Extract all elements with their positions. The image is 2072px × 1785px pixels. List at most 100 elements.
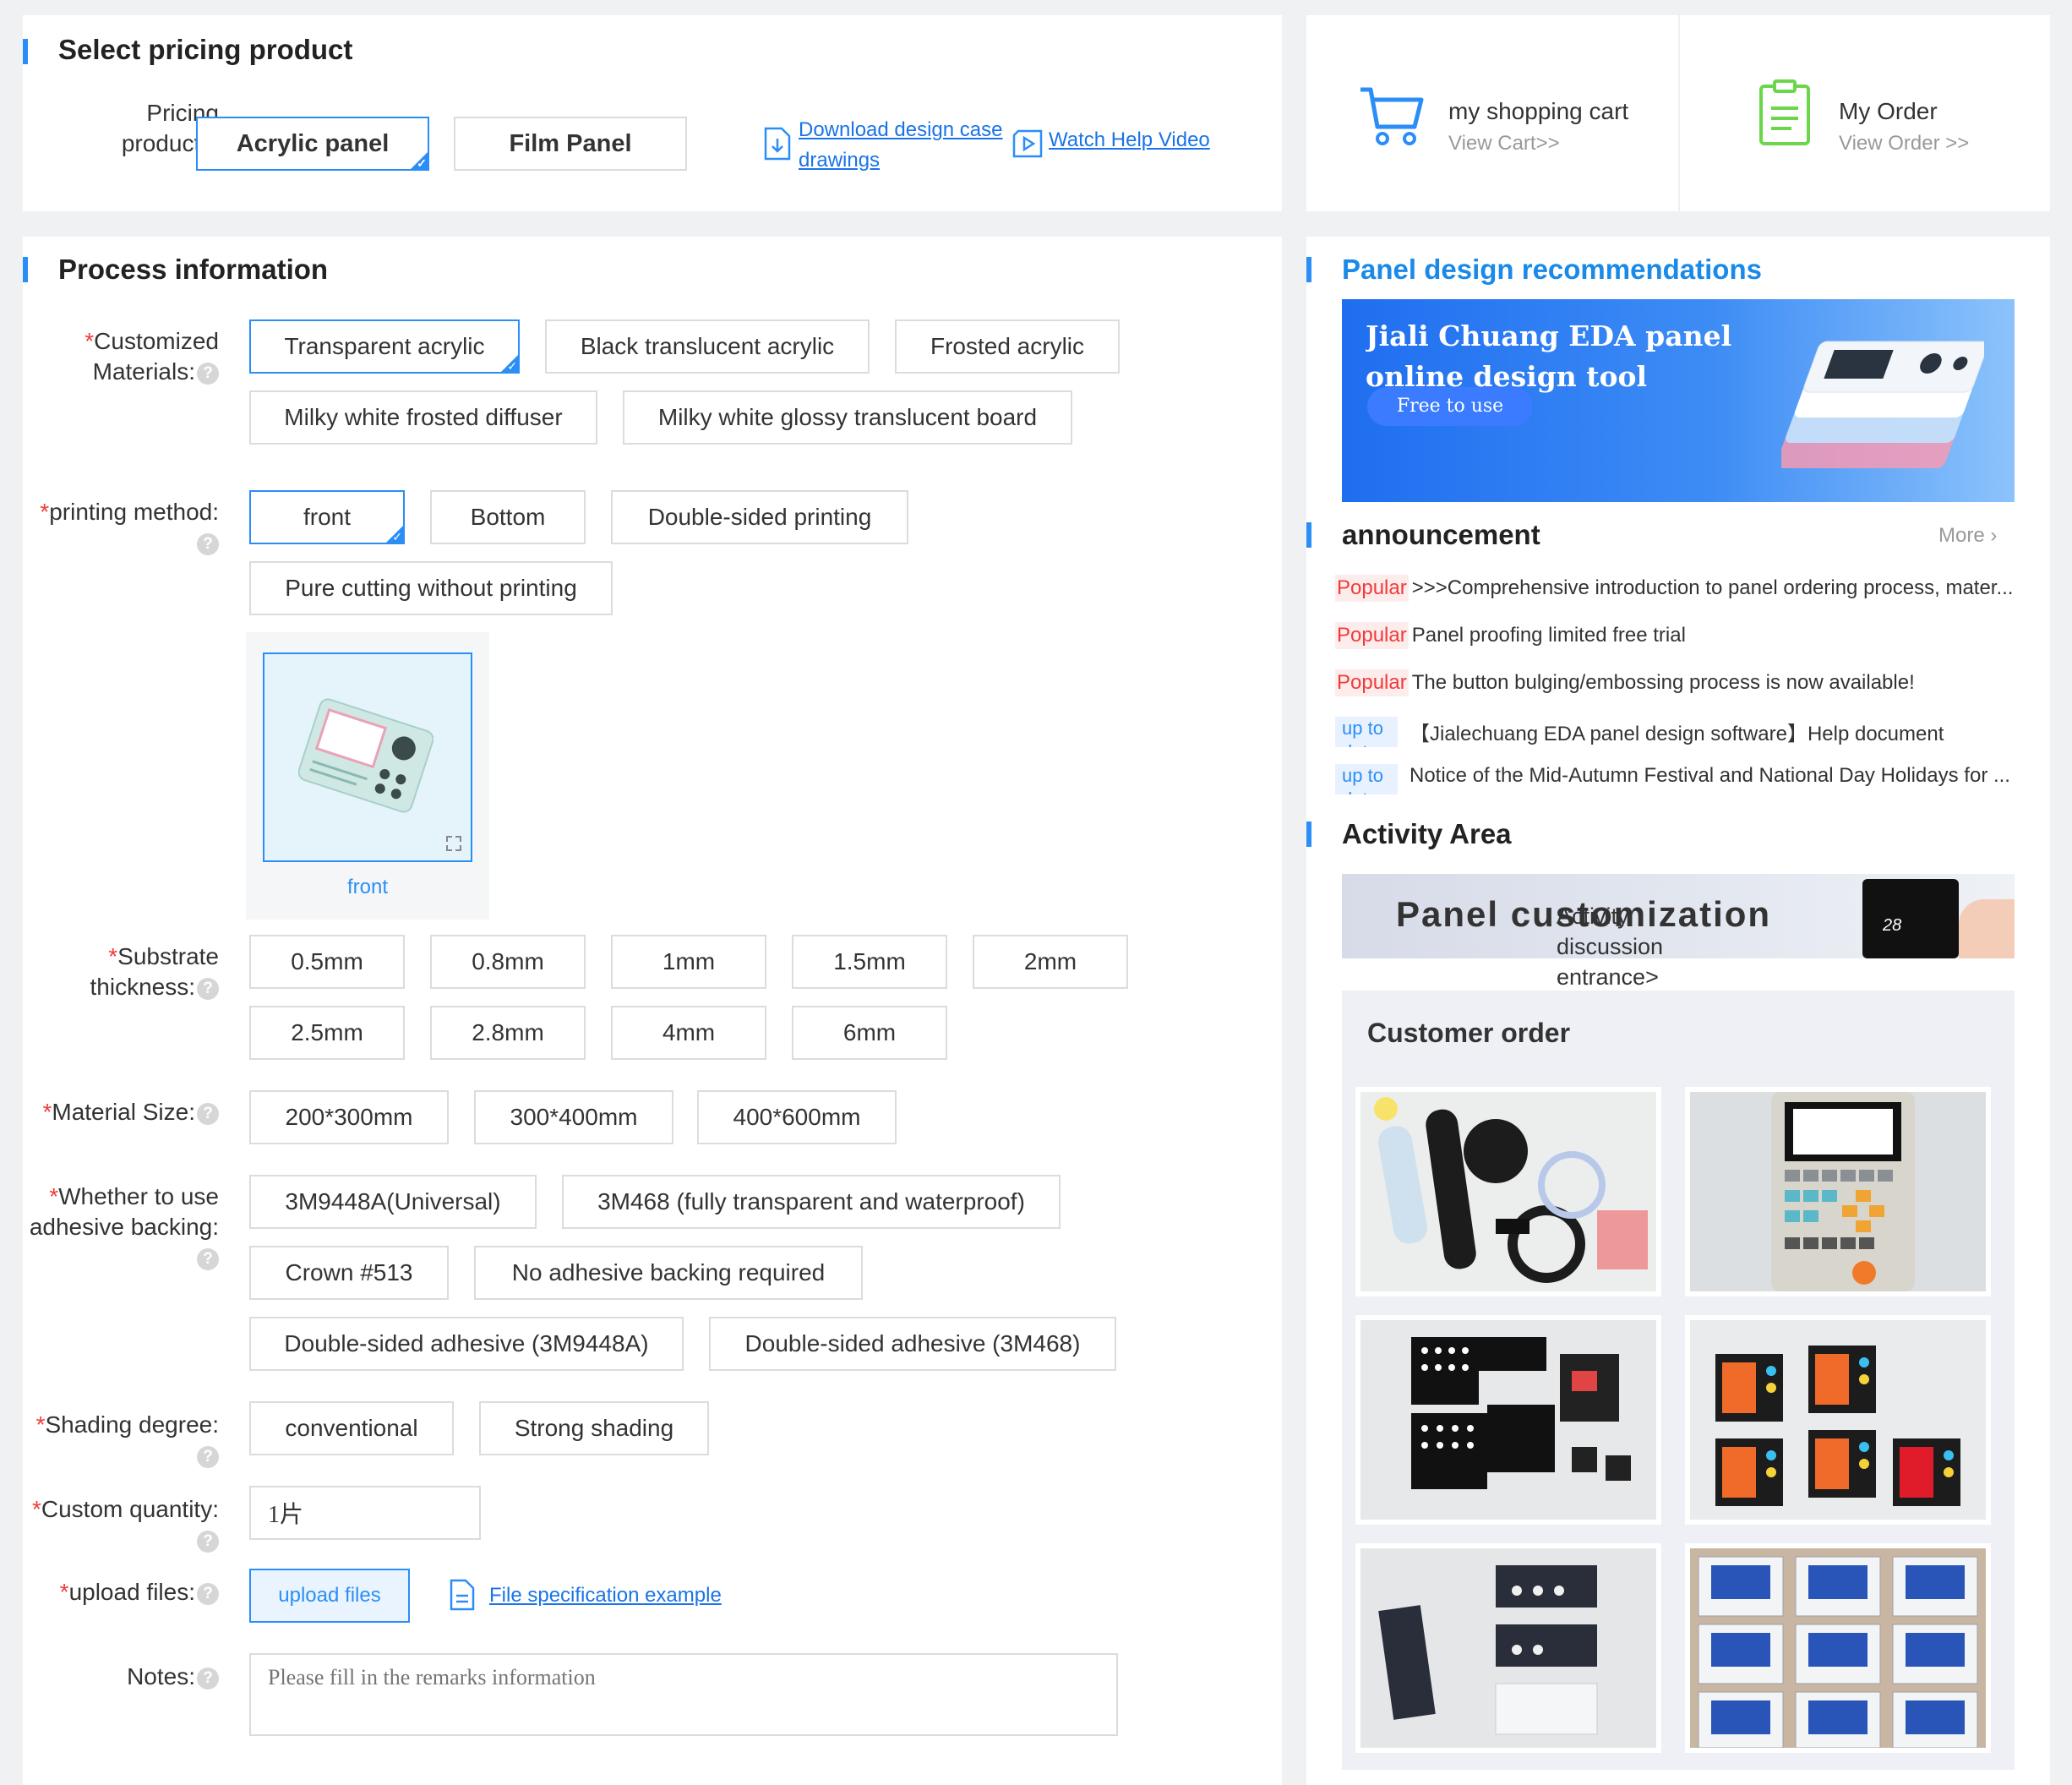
printing-option[interactable]: Bottom <box>430 490 586 544</box>
option-label: 200*300mm <box>285 1104 413 1130</box>
quantity-input[interactable] <box>249 1486 481 1540</box>
customer-order-photo[interactable] <box>1355 1087 1661 1296</box>
order-photo-image <box>1378 1565 1598 1735</box>
help-icon[interactable]: ? <box>197 1530 219 1553</box>
file-specification-link[interactable]: File specification example <box>489 1584 722 1608</box>
customer-order-section: Customer order <box>1342 991 2015 1770</box>
option-label: conventional <box>285 1415 418 1441</box>
announcement-item[interactable]: Popular >>>Comprehensive introduction to … <box>1335 575 2015 602</box>
thickness-option[interactable]: 1.5mm <box>792 935 947 989</box>
latest-tag: up to date <box>1335 717 1398 747</box>
customer-order-photo[interactable] <box>1685 1087 1991 1296</box>
shading-option[interactable]: Strong shading <box>479 1401 709 1455</box>
check-icon: ✓ <box>392 530 402 543</box>
required-mark: * <box>42 1099 52 1125</box>
option-label: 2.8mm <box>472 1019 544 1045</box>
material-option[interactable]: Transparent acrylic ✓ <box>249 319 520 374</box>
help-icon[interactable]: ? <box>197 532 219 555</box>
material-option[interactable]: Milky white glossy translucent board <box>623 390 1072 445</box>
file-icon <box>450 1579 475 1611</box>
order-sub: View Order >> <box>1839 132 1970 155</box>
section-bar <box>1306 257 1311 282</box>
my-order-link[interactable]: My Order View Order >> <box>1758 74 2028 167</box>
notes-textarea[interactable] <box>249 1653 1118 1736</box>
option-label: 2.5mm <box>291 1019 363 1045</box>
preview-image[interactable] <box>263 652 472 862</box>
help-icon[interactable]: ? <box>197 1667 219 1689</box>
help-icon[interactable]: ? <box>197 977 219 1000</box>
pricing-label: Pricing products: <box>121 100 219 156</box>
announcement-more-link[interactable]: More › <box>1938 524 1997 548</box>
material-option[interactable]: Black translucent acrylic <box>545 319 870 374</box>
size-option[interactable]: 300*400mm <box>474 1090 673 1144</box>
announcement-item[interactable]: up to date Notice of the Mid-Autumn Festi… <box>1335 764 2015 794</box>
notes-label: Notes:? <box>23 1662 219 1692</box>
customer-order-photo[interactable] <box>1685 1543 1991 1753</box>
adhesive-option[interactable]: Double-sided adhesive (3M9448A) <box>249 1317 684 1371</box>
item-text: Notice of the Mid-Autumn Festival and Na… <box>1410 764 2010 787</box>
thickness-option[interactable]: 6mm <box>792 1006 947 1060</box>
pricing-option-film[interactable]: Film Panel <box>454 117 687 171</box>
option-label: Bottom <box>470 504 546 530</box>
thickness-option[interactable]: 4mm <box>611 1006 766 1060</box>
announcement-item[interactable]: Popular The button bulging/embossing proc… <box>1335 669 2015 696</box>
thickness-option[interactable]: 2.5mm <box>249 1006 405 1060</box>
shopping-cart-link[interactable]: my shopping cart View Cart>> <box>1357 74 1661 167</box>
free-to-use-button[interactable]: Free to use <box>1367 387 1533 426</box>
announcement-title: announcement <box>1342 519 1540 550</box>
announcement-item[interactable]: up to date 【Jialechuang EDA panel design … <box>1335 717 2015 747</box>
check-icon: ✓ <box>507 359 517 373</box>
option-label: 4mm <box>662 1019 716 1045</box>
download-design-link[interactable]: Download design case drawings <box>799 115 1010 176</box>
customer-order-photo[interactable] <box>1355 1543 1661 1753</box>
thickness-option[interactable]: 0.8mm <box>430 935 586 989</box>
order-photo-image <box>1698 1556 1978 1748</box>
customer-order-photo[interactable] <box>1355 1315 1661 1525</box>
activity-discussion-link[interactable]: Activity discussion entrance> <box>1557 901 1692 992</box>
size-option[interactable]: 200*300mm <box>249 1090 449 1144</box>
material-option[interactable]: Milky white frosted diffuser <box>249 390 597 445</box>
eda-banner[interactable]: Jiali Chuang EDA panel online design too… <box>1342 299 2015 502</box>
upload-files-button[interactable]: upload files <box>249 1569 410 1623</box>
help-icon[interactable]: ? <box>197 1582 219 1605</box>
help-icon[interactable]: ? <box>197 1102 219 1125</box>
printing-option[interactable]: Pure cutting without printing <box>249 561 613 615</box>
expand-icon[interactable] <box>445 835 462 852</box>
required-mark: * <box>108 943 118 969</box>
order-photo-image <box>1715 1346 1960 1506</box>
printing-option[interactable]: front ✓ <box>249 490 405 544</box>
thickness-option[interactable]: 0.5mm <box>249 935 405 989</box>
pricing-title: Select pricing product <box>58 34 353 65</box>
announcement-item[interactable]: Popular Panel proofing limited free trial <box>1335 622 2015 649</box>
printing-option[interactable]: Double-sided printing <box>611 490 908 544</box>
help-icon[interactable]: ? <box>197 1445 219 1468</box>
shading-option[interactable]: conventional <box>249 1401 454 1455</box>
adhesive-option[interactable]: Double-sided adhesive (3M468) <box>709 1317 1116 1371</box>
help-icon[interactable]: ? <box>197 1247 219 1270</box>
option-label: 300*400mm <box>510 1104 638 1130</box>
required-mark: * <box>49 1183 59 1209</box>
label-text: Shading degree: <box>45 1411 219 1438</box>
adhesive-option[interactable]: 3M9448A(Universal) <box>249 1175 537 1229</box>
thickness-option[interactable]: 2.8mm <box>430 1006 586 1060</box>
adhesive-option[interactable]: 3M468 (fully transparent and waterproof) <box>562 1175 1061 1229</box>
customer-order-photo[interactable] <box>1685 1315 1991 1525</box>
label-text: Whether to use adhesive backing: <box>29 1183 219 1240</box>
size-option[interactable]: 400*600mm <box>697 1090 897 1144</box>
option-label: 1mm <box>662 948 716 974</box>
divider <box>1678 15 1680 211</box>
help-icon[interactable]: ? <box>197 362 219 385</box>
adhesive-option[interactable]: Crown #513 <box>249 1246 449 1300</box>
help-video-link[interactable]: Watch Help Video <box>1049 128 1210 152</box>
required-mark: * <box>59 1579 69 1605</box>
adhesive-option[interactable]: No adhesive backing required <box>474 1246 863 1300</box>
material-option[interactable]: Frosted acrylic <box>895 319 1120 374</box>
option-label: No adhesive backing required <box>511 1259 826 1286</box>
pricing-option-acrylic[interactable]: Acrylic panel ✓ <box>196 117 429 171</box>
option-label: front <box>303 504 352 530</box>
preview-caption: front <box>346 876 389 898</box>
order-title: My Order <box>1839 98 1938 124</box>
thickness-option[interactable]: 1mm <box>611 935 766 989</box>
activity-title: Activity Area <box>1342 818 1512 849</box>
thickness-option[interactable]: 2mm <box>973 935 1128 989</box>
